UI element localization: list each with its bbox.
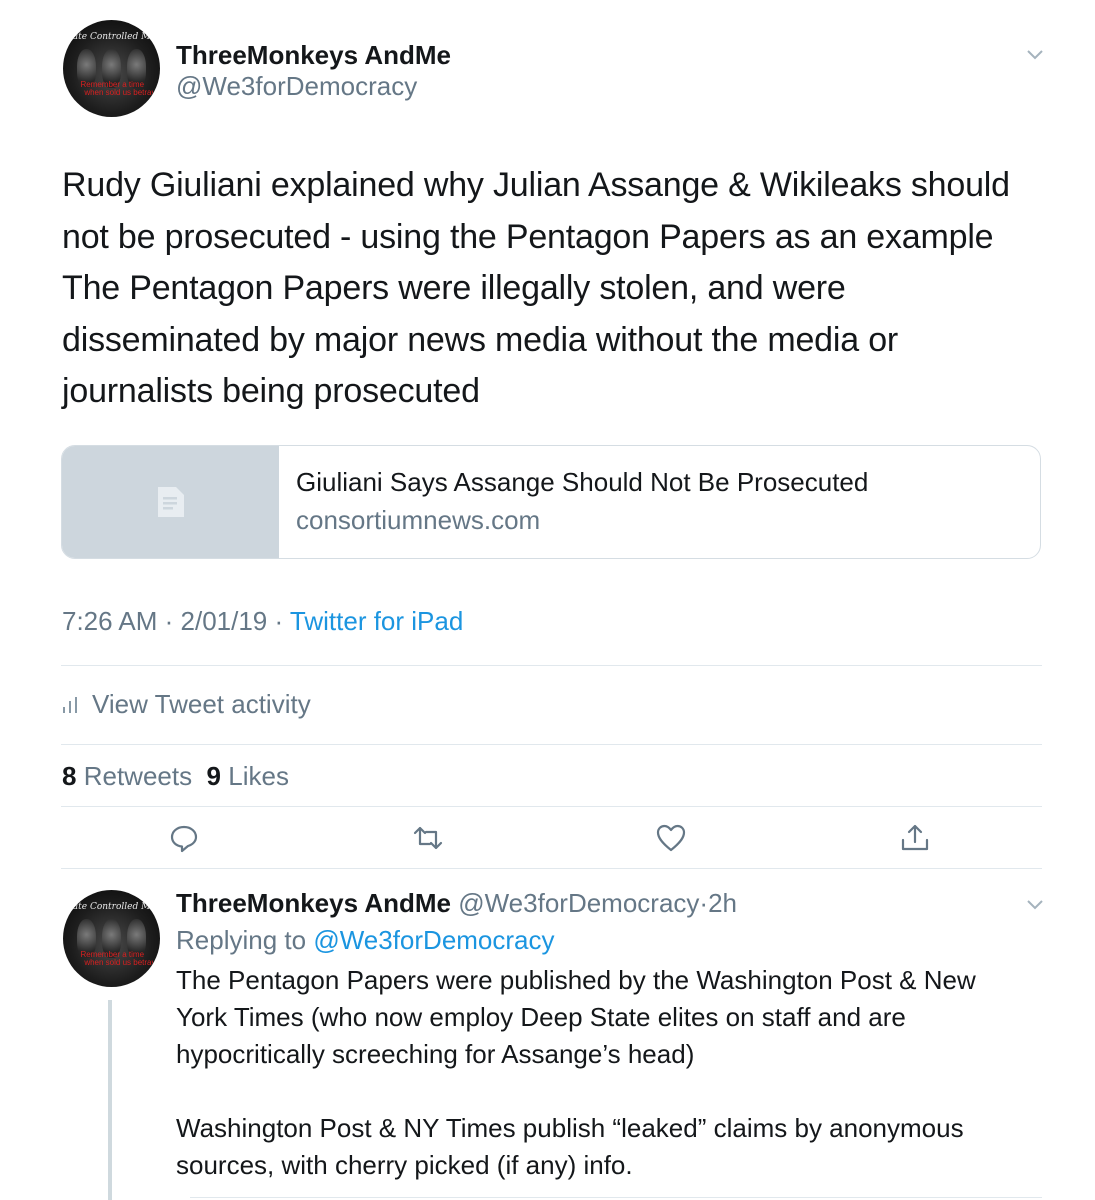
avatar-red-text: when sold us betrayal [84,957,160,967]
author-handle[interactable]: @We3forDemocracy [176,71,417,102]
likes-count: 9 [206,761,222,791]
tweet-action-bar [0,822,1095,858]
tweet-text-line: Rudy Giuliani explained why Julian Assan… [62,166,1010,204]
retweets-count: 8 [62,761,77,791]
activity-label: View Tweet activity [92,689,311,719]
replying-to: Replying to @We3forDemocracy [176,925,555,956]
link-domain: consortiumnews.com [296,505,541,535]
retweets-label[interactable]: Retweets [84,761,192,791]
retweet-icon[interactable] [412,822,444,854]
divider [61,744,1042,745]
link-preview-card[interactable]: Giuliani Says Assange Should Not Be Pros… [61,445,1041,559]
divider [61,665,1042,666]
reply-text-line: hypocritically screeching for Assange’s … [176,1039,695,1069]
reply-text-line: sources, with cherry picked (if any) inf… [176,1150,633,1180]
tweet-text-line: disseminated by major news media without… [62,320,899,359]
link-thumbnail [62,446,279,558]
reply-age: 2h [708,888,738,918]
avatar-red-text: when sold us betrayal [84,87,160,97]
reply-text-line: York Times (who now employ Deep State el… [176,1002,906,1032]
divider [61,868,1042,869]
analytics-icon [63,696,77,713]
reply-text-line: Washington Post & NY Times publish “leak… [176,1113,964,1143]
likes-label[interactable]: Likes [228,761,289,791]
reply-author-handle[interactable]: @We3forDemocracy [458,888,699,918]
chevron-down-icon[interactable] [1026,899,1044,911]
replying-to-handle[interactable]: @We3forDemocracy [313,925,554,955]
document-icon [157,487,184,517]
link-title: Giuliani Says Assange Should Not Be Pros… [296,467,869,497]
tweet-text-line: not be prosecuted - using the Pentagon P… [62,217,994,256]
reply-icon[interactable] [168,822,200,854]
tweet-text-line: journalists being prosecuted [62,372,480,410]
divider [190,1197,1042,1198]
reply-text-line: The Pentagon Papers were published by th… [176,965,976,995]
avatar-banner-text: State Controlled Media [63,901,160,912]
replying-to-label: Replying to [176,925,307,955]
reply-header: ThreeMonkeys AndMe @We3forDemocracy·2h [176,888,737,919]
share-icon[interactable] [899,822,931,854]
reply-author-name[interactable]: ThreeMonkeys AndMe [176,888,451,918]
chevron-down-icon[interactable] [1026,49,1044,61]
divider [61,806,1042,807]
tweet-meta: 7:26 AM · 2/01/19 · Twitter for iPad [62,606,463,637]
tweet-text: Rudy Giuliani explained why Julian Assan… [62,160,1062,418]
author-avatar[interactable]: State Controlled Media Remember a time w… [63,20,160,117]
author-name[interactable]: ThreeMonkeys AndMe [176,40,451,71]
reply-text: The Pentagon Papers were published by th… [176,962,1056,1184]
tweet-time: 7:26 AM [62,606,158,636]
avatar-banner-text: State Controlled Media [63,31,160,42]
like-icon[interactable] [655,822,687,854]
tweet-source-link[interactable]: Twitter for iPad [290,606,463,636]
tweet-date: 2/01/19 [180,606,268,636]
view-activity-button[interactable]: View Tweet activity [62,689,311,720]
meta-separator: · [267,606,290,636]
tweet-stats: 8 Retweets 9 Likes [62,761,289,792]
meta-separator: · [699,888,709,918]
tweet-detail-page: State Controlled Media Remember a time w… [0,0,1095,1200]
tweet-text-line: The Pentagon Papers were illegally stole… [62,269,846,307]
reply-author-avatar[interactable]: State Controlled Media Remember a time w… [63,890,160,987]
thread-connector-line [108,1000,112,1200]
meta-separator: · [157,606,181,636]
